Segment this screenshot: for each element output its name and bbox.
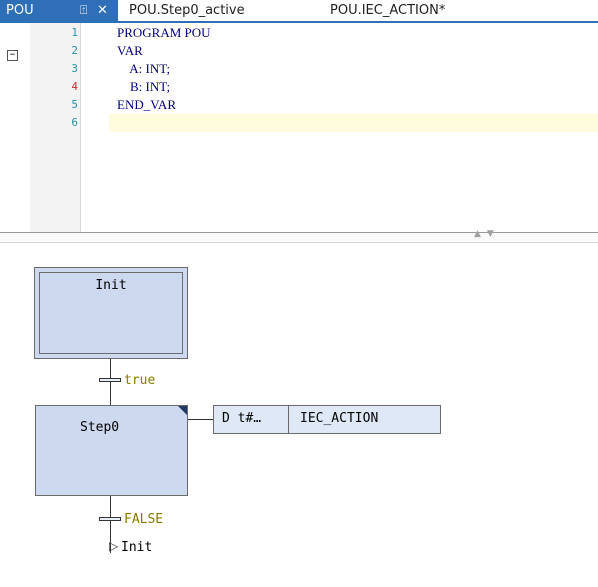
transition-false[interactable] bbox=[99, 517, 121, 521]
pin-icon[interactable]: ⍐ bbox=[80, 0, 87, 21]
splitter-arrows-icon[interactable]: ▲▼ bbox=[474, 229, 500, 239]
line-number: 2 bbox=[71, 44, 78, 57]
connector-line bbox=[110, 359, 111, 405]
code-line[interactable]: PROGRAM POU bbox=[117, 24, 211, 42]
action-divider bbox=[288, 406, 289, 433]
transition-condition-false[interactable]: FALSE bbox=[124, 512, 163, 527]
collapse-icon[interactable]: − bbox=[7, 50, 18, 61]
action-marker-icon bbox=[178, 406, 187, 415]
step0[interactable]: Step0 bbox=[35, 405, 188, 496]
tab-iec-action[interactable]: POU.IEC_ACTION* bbox=[330, 0, 445, 21]
document-tabbar: POU ⍐ ✕ POU.Step0_active POU.IEC_ACTION* bbox=[0, 0, 598, 21]
tab-pou-label: POU bbox=[6, 3, 34, 18]
init-step[interactable]: Init bbox=[34, 267, 188, 359]
jump-target-label[interactable]: Init bbox=[121, 540, 152, 555]
line-number: 1 bbox=[71, 26, 78, 39]
tab-step0-active[interactable]: POU.Step0_active bbox=[129, 0, 245, 21]
sfc-diagram[interactable]: Init true Step0 D t#… IEC_ACTION FALSE ▷… bbox=[0, 243, 598, 587]
action-name[interactable]: IEC_ACTION bbox=[300, 411, 378, 426]
line-number: 6 bbox=[71, 116, 78, 129]
line-number: 5 bbox=[71, 98, 78, 111]
code-line[interactable]: A: INT; bbox=[117, 60, 170, 78]
init-step-label: Init bbox=[95, 278, 127, 293]
declaration-editor[interactable]: − 1 2 3 4 5 6 PROGRAM POU VAR A: INT; B:… bbox=[0, 23, 598, 232]
transition-true[interactable] bbox=[99, 378, 121, 382]
jump-arrow-icon: ▷ bbox=[109, 539, 119, 553]
transition-condition-true[interactable]: true bbox=[124, 373, 155, 388]
line-number: 3 bbox=[71, 62, 78, 75]
tab-pou[interactable]: POU ⍐ ✕ bbox=[0, 0, 118, 21]
pane-splitter[interactable]: ▲▼ bbox=[0, 229, 598, 243]
code-line[interactable]: END_VAR bbox=[117, 96, 176, 114]
step0-label: Step0 bbox=[80, 420, 120, 435]
current-line-highlight bbox=[109, 114, 598, 132]
code-line[interactable]: VAR bbox=[117, 42, 143, 60]
action-qualifier[interactable]: D t#… bbox=[222, 411, 261, 426]
action-connector bbox=[188, 419, 214, 420]
line-number: 4 bbox=[71, 80, 78, 93]
action-block[interactable]: D t#… IEC_ACTION bbox=[213, 405, 441, 434]
code-line[interactable]: B: INT; bbox=[117, 78, 170, 96]
close-icon[interactable]: ✕ bbox=[97, 0, 108, 21]
